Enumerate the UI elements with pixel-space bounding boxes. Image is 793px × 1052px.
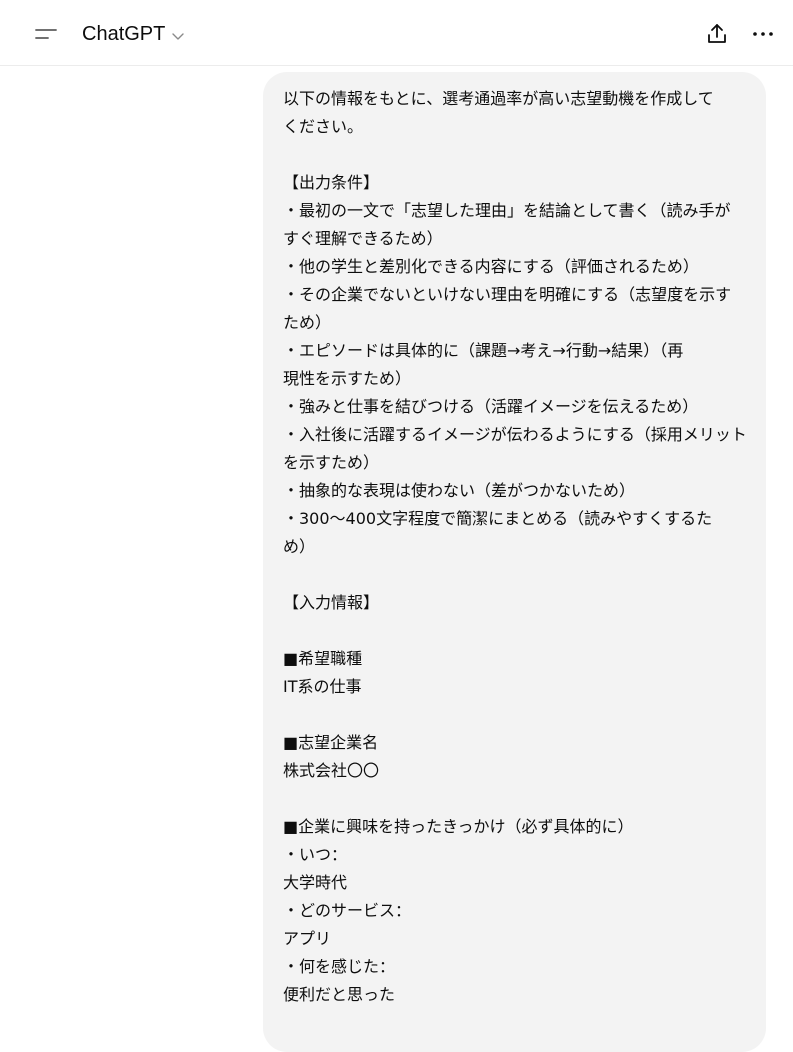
- message-line: [283, 141, 748, 169]
- app-title: ChatGPT: [82, 22, 166, 45]
- message-line: 【入力情報】: [283, 593, 380, 612]
- message-line: 株式会社〇〇: [283, 761, 380, 780]
- message-line: ため）: [283, 313, 332, 332]
- message-line: ・どのサービス：: [283, 901, 412, 920]
- message-line: ・抽象的な表現は使わない（差がつかないため）: [283, 481, 636, 500]
- message-line: 便利だと思った: [283, 985, 396, 1004]
- message-line: [283, 785, 748, 813]
- message-line: ・いつ：: [283, 845, 348, 864]
- top-bar: ChatGPT: [0, 0, 793, 66]
- message-line: ・エピソードは具体的に（課題→考え→行動→結果）（再: [283, 341, 684, 360]
- message-line: ください。: [283, 117, 364, 136]
- message-line: を示すため）: [283, 453, 380, 472]
- more-options-icon[interactable]: [748, 22, 778, 46]
- message-line: ・強みと仕事を結びつける（活躍イメージを伝えるため）: [283, 397, 699, 416]
- message-line: ・何を感じた：: [283, 957, 396, 976]
- message-line: ・入社後に活躍するイメージが伝わるようにする（採用メリット: [283, 425, 747, 444]
- chevron-down-icon: [172, 32, 185, 40]
- message-line: ・その企業でないといけない理由を明確にする（志望度を示す: [283, 285, 732, 304]
- message-line: [283, 617, 748, 645]
- message-line: ・300〜400文字程度で簡潔にまとめる（読みやすくするた: [283, 509, 713, 528]
- sidebar-menu-icon[interactable]: [34, 24, 62, 44]
- message-line: すぐ理解できるため）: [283, 229, 443, 248]
- message-line: 現性を示すため）: [283, 369, 412, 388]
- message-line: ・他の学生と差別化できる内容にする（評価されるため）: [283, 257, 699, 276]
- share-icon[interactable]: [705, 22, 729, 46]
- message-line: ■志望企業名: [283, 733, 379, 752]
- message-line: 大学時代: [283, 873, 348, 892]
- user-message-bubble: 以下の情報をもとに、選考通過率が高い志望動機を作成して ください。 【出力条件】…: [263, 72, 766, 1052]
- message-line: 【出力条件】: [283, 173, 380, 192]
- message-line: IT系の仕事: [283, 677, 362, 696]
- model-selector[interactable]: ChatGPT: [82, 19, 185, 49]
- message-line: ・最初の一文で「志望した理由」を結論として書く（読み手が: [283, 201, 731, 220]
- message-line: ■企業に興味を持ったきっかけ（必ず具体的に）: [283, 817, 634, 836]
- message-line: アプリ: [283, 929, 332, 948]
- message-line: [283, 561, 748, 589]
- message-line: [283, 701, 748, 729]
- message-line: ■希望職種: [283, 649, 363, 668]
- message-line: め）: [283, 537, 316, 556]
- message-line: 以下の情報をもとに、選考通過率が高い志望動機を作成して: [283, 89, 714, 108]
